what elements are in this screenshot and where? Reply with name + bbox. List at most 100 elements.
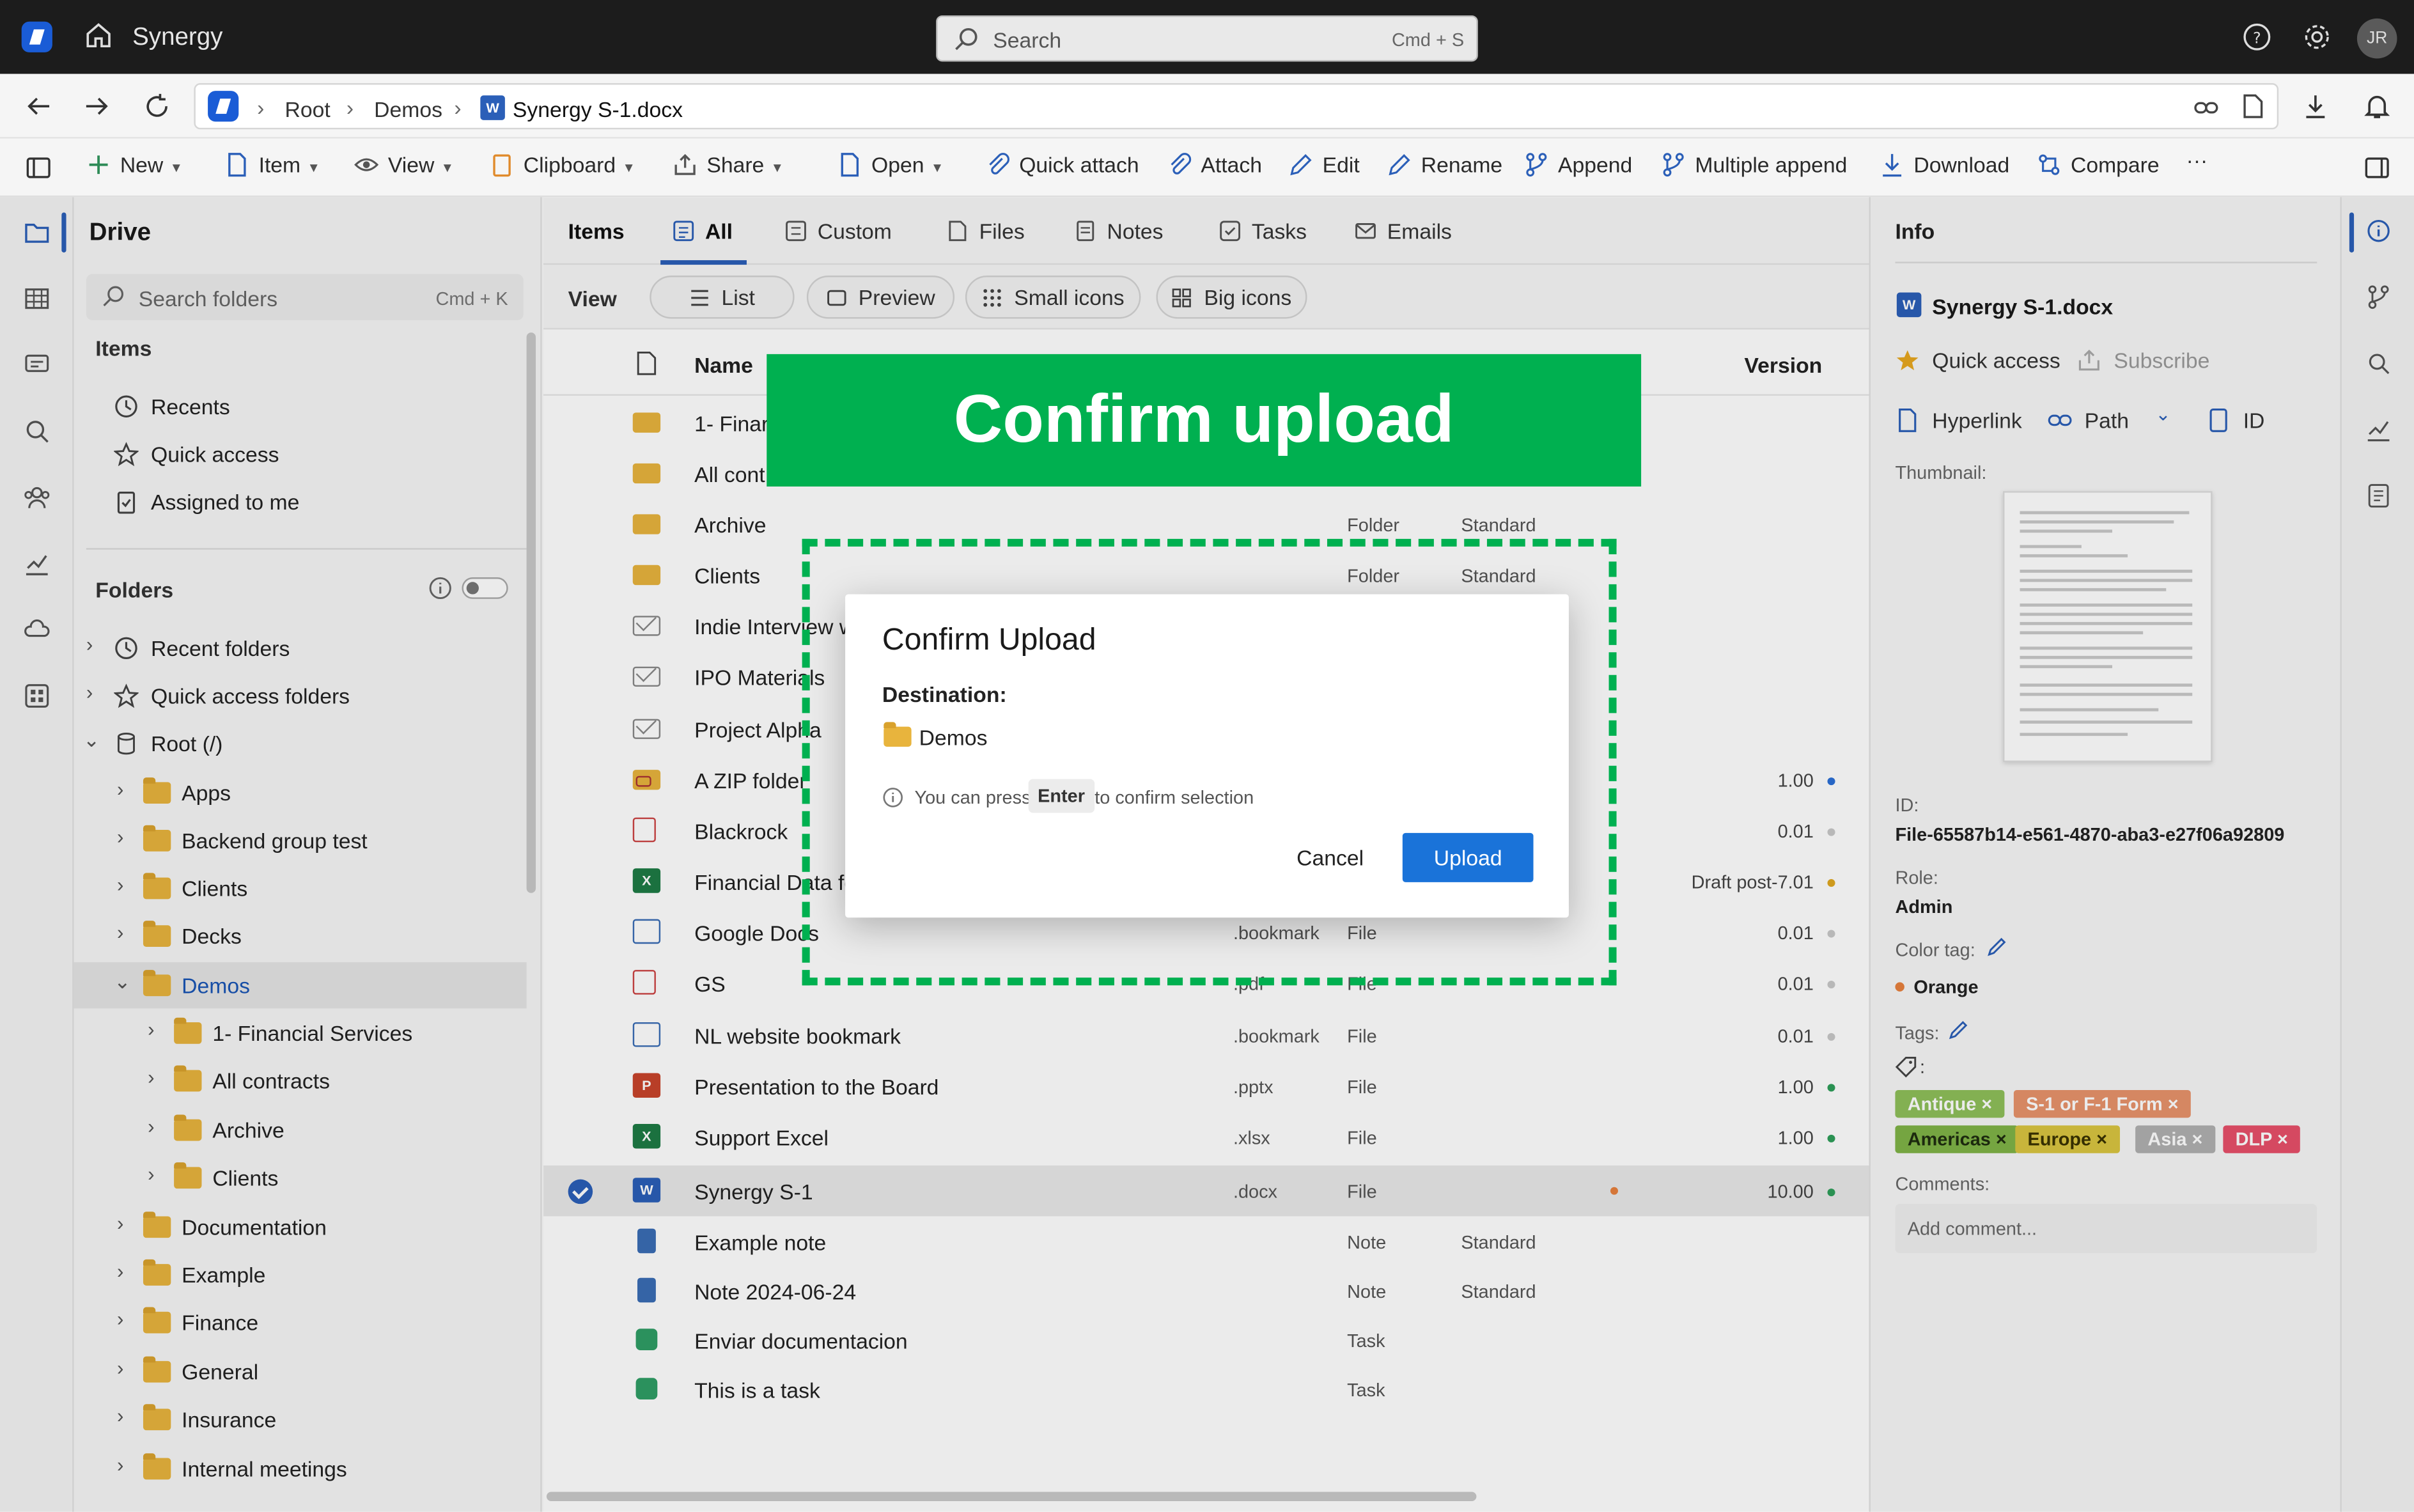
download-icon[interactable] [2300,91,2331,121]
more-options-button[interactable]: ··· [2186,148,2208,178]
sidebar-folder-general[interactable]: › General [74,1349,527,1395]
analytics-icon[interactable] [23,550,51,577]
sidebar-item-quick-access-folders[interactable]: › Quick access folders [74,673,527,719]
sidebar-folder-backend-group-test[interactable]: › Backend group test [74,818,527,864]
refresh-icon[interactable] [142,91,173,121]
sidebar-item-assigned-to-me[interactable]: Assigned to me [74,479,527,525]
download-button[interactable]: Download [1880,152,2009,183]
analytics-icon[interactable] [2366,417,2391,442]
path-chevron-down-icon[interactable]: ⌄ [2155,403,2170,425]
settings-gear-icon[interactable] [2301,22,2332,52]
breadcrumb-demos[interactable]: Demos [374,97,442,122]
edit-color-tag-pencil-icon[interactable] [1986,936,2008,958]
tag-americas[interactable]: Americas × [1895,1125,2020,1153]
open-button[interactable]: Open ▾ [837,152,941,183]
path-button[interactable]: Path [2048,408,2129,433]
sidebar-folder-demos[interactable]: ⌄ Demos [74,962,527,1009]
info-icon[interactable] [2366,219,2391,244]
comment-input[interactable]: Add comment... [1895,1204,2317,1254]
document-lines-icon[interactable] [2366,483,2391,508]
tab-tasks[interactable]: Tasks [1219,219,1307,243]
sidebar-folder-archive[interactable]: › Archive [74,1107,527,1153]
multiple-append-button[interactable]: Multiple append [1661,152,1847,183]
global-search-input[interactable]: Search Cmd + S [936,15,1478,62]
column-header-name[interactable]: Name [694,352,753,377]
clipboard-button[interactable]: Clipboard ▾ [490,152,633,183]
people-icon[interactable] [23,483,51,511]
upload-button[interactable]: Upload [1402,832,1534,882]
document-icon[interactable] [2238,92,2266,120]
folder-search-input[interactable]: Search folders Cmd + K [86,274,524,320]
sidebar-folder-apps[interactable]: › Apps [74,770,527,816]
home-icon[interactable] [83,20,114,51]
table-row[interactable]: Note 2024-06-24 Note Standard [543,1266,1869,1316]
sidebar-scrollbar[interactable] [526,332,536,893]
tab-emails[interactable]: Emails [1355,219,1452,243]
table-row[interactable]: Example note Note Standard [543,1216,1869,1266]
sidebar-item-quick-access[interactable]: Quick access [74,431,527,477]
drive-folder-icon[interactable] [23,219,51,246]
sidebar-item-recent-folders[interactable]: › Recent folders [74,625,527,671]
id-button[interactable]: ID [2206,408,2264,433]
sidebar-folder-all-contracts[interactable]: › All contracts [74,1057,527,1103]
branch-icon[interactable] [2366,285,2391,310]
table-row-selected[interactable]: W Synergy S-1 .docx File 10.00 [543,1165,1869,1217]
table-row[interactable]: X Support Excel .xlsx File 1.00 [543,1112,1869,1162]
rename-button[interactable]: Rename [1387,152,1502,183]
tag-s1-f1-form[interactable]: S-1 or F-1 Form × [2013,1089,2191,1118]
tag-europe[interactable]: Europe × [2015,1125,2120,1153]
forward-arrow-icon[interactable] [82,91,113,121]
breadcrumb-current-file[interactable]: Synergy S-1.docx [513,97,683,122]
tab-notes[interactable]: Notes [1075,219,1164,243]
compare-button[interactable]: Compare [2037,152,2160,183]
selected-check-icon[interactable] [568,1179,593,1204]
search-icon[interactable] [23,417,51,445]
new-button[interactable]: New ▾ [86,152,180,183]
view-button[interactable]: View ▾ [354,152,451,183]
column-header-version[interactable]: Version [1744,352,1822,377]
help-icon[interactable]: ? [2241,22,2272,52]
view-preview-button[interactable]: Preview [806,276,955,319]
cloud-settings-icon[interactable] [23,616,51,643]
sidebar-folder-financial-services[interactable]: › 1- Financial Services [74,1010,527,1056]
bell-icon[interactable] [2362,91,2392,121]
user-avatar[interactable]: JR [2356,18,2397,59]
link-icon[interactable] [2192,94,2220,121]
quick-access-button[interactable]: Quick access [1895,348,2060,373]
horizontal-scrollbar[interactable] [546,1492,1477,1501]
folders-toggle[interactable] [462,577,508,599]
back-arrow-icon[interactable] [23,91,54,121]
hyperlink-button[interactable]: Hyperlink [1895,408,2022,433]
view-big-icons-button[interactable]: Big icons [1156,276,1307,319]
sidebar-folder-finance[interactable]: › Finance [74,1299,527,1345]
table-row[interactable]: NL website bookmark .bookmark File 0.01 [543,1010,1869,1061]
tab-custom[interactable]: Custom [785,219,892,243]
tab-all[interactable]: All [673,219,733,243]
tag-dlp[interactable]: DLP × [2223,1125,2301,1153]
table-icon[interactable] [23,285,51,313]
item-button[interactable]: Item ▾ [225,152,318,183]
sidebar-toggle-icon[interactable] [25,154,52,182]
sidebar-folder-clients[interactable]: › Clients [74,865,527,911]
table-row[interactable]: Enviar documentacion Task [543,1315,1869,1366]
cancel-button[interactable]: Cancel [1273,834,1387,881]
sidebar-folder-decks[interactable]: › Decks [74,913,527,959]
edit-tags-pencil-icon[interactable] [1947,1019,1969,1041]
share-button[interactable]: Share ▾ [673,152,781,183]
sidebar-folder-internal-meetings[interactable]: › Internal meetings [74,1446,527,1492]
path-box[interactable]: › Root › Demos › W Synergy S-1.docx [194,83,2279,130]
tag-asia[interactable]: Asia × [2135,1125,2215,1153]
apps-grid-icon[interactable] [23,682,51,710]
table-row[interactable]: This is a task Task [543,1364,1869,1415]
sidebar-folder-insurance[interactable]: › Insurance [74,1396,527,1442]
tag-antique[interactable]: Antique × [1895,1089,2005,1118]
sidebar-folder-clients-sub[interactable]: › Clients [74,1155,527,1201]
edit-button[interactable]: Edit [1289,152,1360,183]
sidebar-item-root[interactable]: ⌄ Root (/) [74,721,527,767]
sidebar-folder-example[interactable]: › Example [74,1252,527,1298]
append-button[interactable]: Append [1524,152,1632,183]
quick-attach-button[interactable]: Quick attach [985,152,1139,183]
synergy-logo-icon[interactable] [21,21,52,52]
table-row[interactable]: P Presentation to the Board .pptx File 1.00 [543,1061,1869,1111]
sidebar-folder-documentation[interactable]: › Documentation [74,1204,527,1250]
